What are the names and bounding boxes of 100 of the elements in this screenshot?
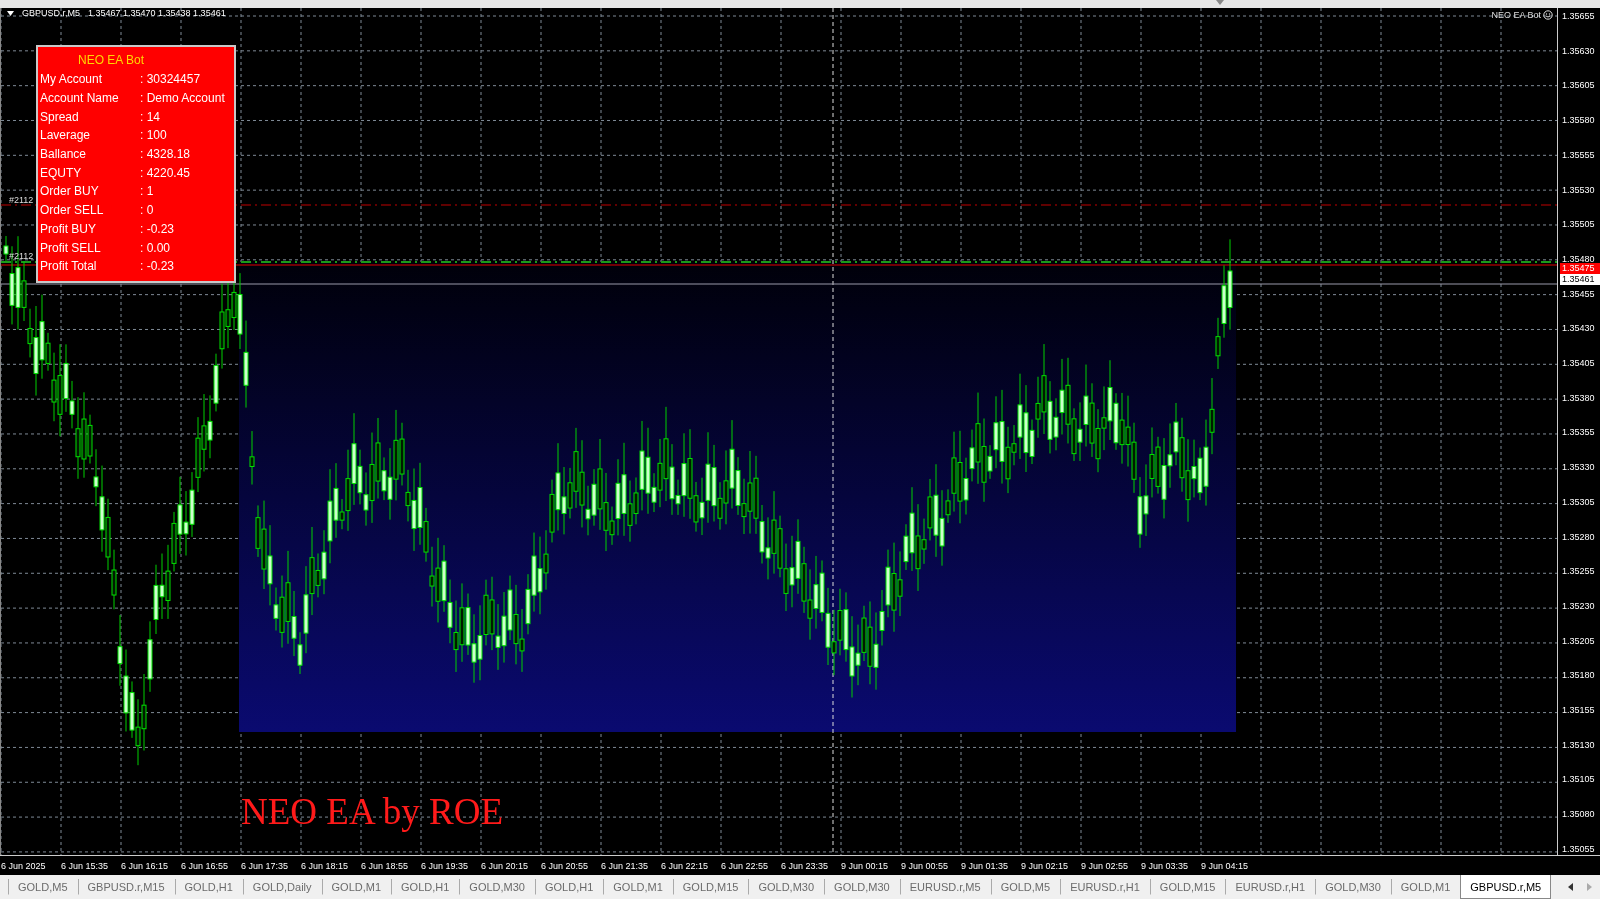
chart-tab[interactable]: GOLD,M15 xyxy=(672,879,749,895)
info-label: My Account xyxy=(40,72,104,87)
scroll-left-icon[interactable] xyxy=(1568,883,1573,891)
price-label: 1.35155 xyxy=(1562,704,1596,717)
info-value: : 30324457 xyxy=(140,72,202,87)
price-label: 1.35180 xyxy=(1562,669,1596,682)
info-label: Profit SELL xyxy=(40,240,102,255)
shift-marker-icon[interactable] xyxy=(1216,0,1224,5)
price-label: 1.35530 xyxy=(1562,183,1596,196)
time-label: 9 Jun 01:35 xyxy=(960,860,1010,871)
info-label: Spread xyxy=(40,109,80,124)
price-label: 1.35230 xyxy=(1562,599,1596,612)
info-label: Account Name xyxy=(40,91,120,106)
time-label: 9 Jun 04:15 xyxy=(1200,860,1250,871)
time-label: 6 Jun 17:35 xyxy=(240,860,290,871)
info-value: : 4220.45 xyxy=(140,165,192,180)
price-label: 1.35555 xyxy=(1562,148,1596,161)
price-label: 1.35455 xyxy=(1562,287,1596,300)
time-label: 6 Jun 15:35 xyxy=(60,860,110,871)
chart-tab[interactable]: GOLD,M1 xyxy=(603,879,673,895)
chart-tab[interactable]: GBPUSD.r,M15 xyxy=(77,879,175,895)
price-label: 1.35255 xyxy=(1562,565,1596,578)
chart-tab[interactable]: GOLD,M30 xyxy=(459,879,535,895)
price-label: 1.35105 xyxy=(1562,773,1596,786)
time-label: 6 Jun 22:15 xyxy=(660,860,710,871)
chart-tab[interactable]: GOLD,M30 xyxy=(1315,879,1391,895)
info-label: Laverage xyxy=(40,128,92,143)
time-label: 6 Jun 20:55 xyxy=(540,860,590,871)
chart-tab[interactable]: GOLD,H1 xyxy=(391,879,460,895)
dropdown-icon[interactable] xyxy=(7,10,14,16)
chart-tab[interactable]: GOLD,Daily xyxy=(242,879,322,895)
chart-tab[interactable]: GOLD,M15 xyxy=(1149,879,1226,895)
time-label: 6 Jun 20:15 xyxy=(480,860,530,871)
price-label: 1.35505 xyxy=(1562,218,1596,231)
info-label: Order SELL xyxy=(40,203,105,218)
price-label: 1.35630 xyxy=(1562,44,1596,57)
info-label: Profit BUY xyxy=(40,221,97,236)
price-label: 1.35305 xyxy=(1562,495,1596,508)
price-label: 1.35580 xyxy=(1562,114,1596,127)
price-label: 1.35080 xyxy=(1562,808,1596,821)
chart-tab[interactable]: GOLD,M30 xyxy=(748,879,825,895)
time-label: 6 Jun 23:35 xyxy=(780,860,830,871)
order-label: #2112 xyxy=(9,251,34,261)
chart-tab[interactable]: GOLD,M30 xyxy=(824,879,900,895)
time-label: 6 Jun 16:55 xyxy=(180,860,230,871)
time-label: 6 Jun 2025 xyxy=(0,860,47,871)
chart-tab[interactable]: GOLD,M5 xyxy=(990,879,1061,895)
time-label: 6 Jun 16:15 xyxy=(120,860,170,871)
time-label: 6 Jun 22:55 xyxy=(720,860,770,871)
time-label: 6 Jun 18:15 xyxy=(300,860,350,871)
symbol-label: GBPUSD.r,M5 xyxy=(22,8,80,18)
price-label: 1.35130 xyxy=(1562,738,1596,751)
chart-tab[interactable]: GOLD,H1 xyxy=(535,879,604,895)
price-label: 1.35205 xyxy=(1562,634,1596,647)
time-label: 9 Jun 02:55 xyxy=(1080,860,1130,871)
chart-tab[interactable]: GOLD,M1 xyxy=(321,879,392,895)
info-value: : -0.23 xyxy=(140,259,176,274)
info-value: : 1 xyxy=(140,184,155,199)
price-tag: 1.35461 xyxy=(1560,274,1600,285)
quote-values: 1.35467 1.35470 1.35438 1.35461 xyxy=(88,8,226,18)
price-label: 1.35355 xyxy=(1562,426,1596,439)
info-label: Profit Total xyxy=(40,259,98,274)
time-label: 6 Jun 21:35 xyxy=(600,860,650,871)
info-label: Order BUY xyxy=(40,184,100,199)
panel-title: NEO EA Bot xyxy=(77,52,146,69)
info-value: : -0.23 xyxy=(140,221,176,236)
time-label: 6 Jun 19:35 xyxy=(420,860,470,871)
chart-tab[interactable]: GBPUSD.r,M5 xyxy=(1460,875,1552,899)
price-label: 1.35480 xyxy=(1562,252,1596,265)
order-label: #2112 xyxy=(9,195,34,205)
price-label: 1.35605 xyxy=(1562,79,1596,92)
time-label: 9 Jun 00:55 xyxy=(900,860,950,871)
chart-caption: NEO EA by ROE xyxy=(241,790,504,833)
chart-tab[interactable]: GOLD,M5 xyxy=(8,879,78,895)
info-value: : 0 xyxy=(140,203,155,218)
price-label: 1.35405 xyxy=(1562,357,1596,370)
smiley-icon[interactable] xyxy=(1543,10,1553,20)
price-label: 1.35430 xyxy=(1562,322,1596,335)
time-label: 6 Jun 18:55 xyxy=(360,860,410,871)
info-label: EQUTY xyxy=(40,165,83,180)
price-label: 1.35380 xyxy=(1562,391,1596,404)
time-label: 9 Jun 03:35 xyxy=(1140,860,1190,871)
info-value: : 14 xyxy=(140,109,161,124)
chart-tab[interactable]: EURUSD.r,H1 xyxy=(1225,879,1316,895)
price-label: 1.35055 xyxy=(1562,842,1596,855)
info-value: : Demo Account xyxy=(140,91,226,106)
info-value: : 0.00 xyxy=(140,240,172,255)
chart-tab[interactable]: EURUSD.r,H1 xyxy=(1060,879,1150,895)
chart-tab[interactable]: GOLD,H1 xyxy=(174,879,243,895)
time-label: 9 Jun 02:15 xyxy=(1020,860,1070,871)
expert-name: NEO EA Bot xyxy=(1491,10,1541,20)
price-label: 1.35280 xyxy=(1562,530,1596,543)
price-tag: 1.35475 xyxy=(1560,263,1600,274)
info-label: Ballance xyxy=(40,147,88,162)
price-label: 1.35330 xyxy=(1562,461,1596,474)
info-value: : 4328.18 xyxy=(140,147,192,162)
chart-tab[interactable]: EURUSD.r,M5 xyxy=(899,879,991,895)
time-label: 9 Jun 00:15 xyxy=(840,860,890,871)
info-value: : 100 xyxy=(140,128,168,143)
price-label: 1.35655 xyxy=(1562,10,1596,22)
